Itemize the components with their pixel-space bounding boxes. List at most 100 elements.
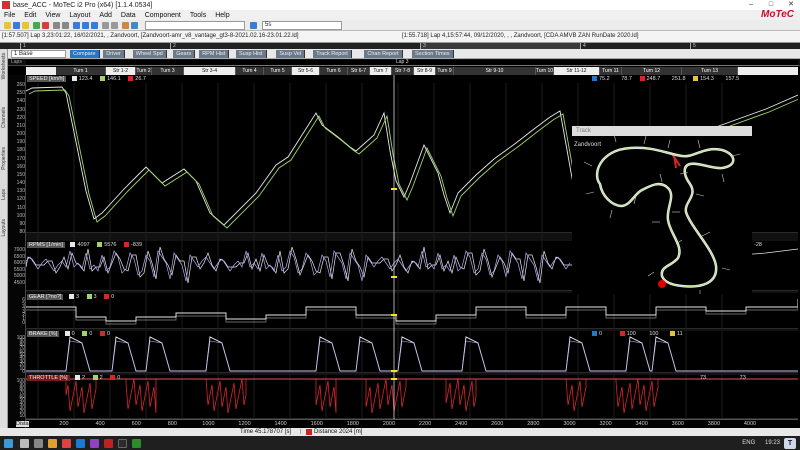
menu-data[interactable]: Data [121,12,136,19]
play-icon[interactable] [250,22,257,29]
channel-icon[interactable] [131,22,138,29]
max-marker-icon [619,331,625,336]
delta-marker-icon [124,242,130,247]
x-tick: 200 [59,421,69,427]
sector-turn-1[interactable]: Turn 1 [56,67,106,75]
sector-turn-7[interactable]: Turn 7 [370,67,392,75]
search-icon[interactable] [20,439,29,448]
sector-turn-10[interactable]: Turn 10 [536,67,554,75]
reference-lap-info[interactable]: [1:57.507] Lap 3,23:01:22, 16/02/2021, ,… [2,33,299,39]
sector-str-8-9[interactable]: Str 8-9 [414,67,436,75]
dock-tab-layouts[interactable]: Layouts [1,219,7,237]
sector-turn-6[interactable]: Turn 6 [320,67,348,75]
print-icon[interactable] [102,22,109,29]
dock-tab-properties[interactable]: Properties [1,147,7,170]
zoom-dropdown[interactable]: 5s [262,21,342,30]
app-icon-purple[interactable] [90,439,99,448]
sector-str-7-8[interactable]: Str 7-8 [392,67,414,75]
speed-ytick: 100 [16,212,25,219]
sector-turn-9[interactable]: Turn 9 [436,67,454,75]
dock-tab-channels[interactable]: Channels [1,107,7,128]
speed-channel-header[interactable]: SPEED [km/h] 123.4 146.1 26.7 [27,76,148,83]
sector-str-6-7[interactable]: Str 6-7 [348,67,370,75]
rpm-channel-header[interactable]: RPMS [1/min] 4097 5576 -839 [27,242,144,249]
dock-tab-laps[interactable]: Laps [1,189,7,200]
status-time: Time 45.178707 [s] [240,429,292,435]
workbook-selector[interactable]: 1 Base [11,50,66,58]
cur-marker-icon [97,242,103,247]
worksheet-tab-rpm-hist[interactable]: RPM Hist [199,50,230,58]
menu-help[interactable]: Help [215,12,229,19]
windows-start-icon[interactable] [4,439,13,448]
maths-icon[interactable] [122,22,129,29]
sector-str-11-12[interactable]: Str 11-12 [554,67,600,75]
steam-icon[interactable] [118,439,127,448]
max-marker-icon [639,76,645,81]
menu-add[interactable]: Add [99,12,111,19]
brake-val-ref: 0 [71,331,75,337]
sector-turn-3[interactable]: Turn 3 [152,67,184,75]
sector-str-3-4[interactable]: Str 3-4 [184,67,236,75]
redo-icon[interactable] [62,22,69,29]
menu-component[interactable]: Component [145,12,181,19]
add-data-icon[interactable] [33,22,40,29]
throttle-channel-header[interactable]: THROTTLE [%] 2 2 0 [27,375,122,382]
track-map-panel[interactable]: Track Zandvoort [572,126,752,294]
sector-turn-11[interactable]: Turn 11 [600,67,622,75]
menu-tools[interactable]: Tools [190,12,206,19]
menu-view[interactable]: View [45,12,60,19]
zoom-out-icon[interactable] [91,22,98,29]
save-icon[interactable] [13,22,20,29]
worksheet-tab-susp-hist[interactable]: Susp Hist [236,50,267,58]
sector-str-5-6[interactable]: Str 5-6 [292,67,320,75]
throttle-avg-cur: 73 [739,375,746,381]
dock-tab-worksheets[interactable]: Worksheets [1,53,7,79]
undo-icon[interactable] [53,22,60,29]
worksheet-tab-wheel-spd[interactable]: Wheel Spd [132,50,167,58]
rpm-val-cur: 5576 [104,242,117,248]
zoom-in-icon[interactable] [82,22,89,29]
worksheet-tab-track-report[interactable]: Track Report [313,50,352,58]
worksheet-tab-gears[interactable]: Gears [173,50,196,58]
worksheet-tab-driver[interactable]: Driver [103,50,125,58]
worksheet-tab-compare[interactable]: Compare [70,50,100,58]
sector-turn-5[interactable]: Turn 5 [264,67,292,75]
gear-channel-header[interactable]: GEAR [?no?] 3 3 0 [27,294,116,301]
search-dropdown[interactable] [145,21,245,30]
menu-layout[interactable]: Layout [69,12,90,19]
cursor-icon[interactable] [73,22,80,29]
worksheet-tab-susp-vel[interactable]: Susp Vel [276,50,306,58]
brake-channel-header[interactable]: BRAKE [%] 0 0 0 [27,331,112,338]
main-toolbar: 5s [0,20,800,31]
brake-val-delta: 0 [106,331,110,337]
sector-turn-2[interactable]: Turn 2 [136,67,152,75]
app-icon-green[interactable] [132,439,141,448]
delta-marker-icon [99,331,105,336]
tray-clock[interactable]: 19:23 [765,440,780,446]
speed-max-ref: 248.7 [646,76,661,82]
worksheet-tab-section-times[interactable]: Section Times [412,50,454,58]
open-icon[interactable] [4,22,11,29]
folder-icon[interactable] [22,22,29,29]
minimize-button[interactable]: – [742,0,760,10]
sector-turn-4[interactable]: Turn 4 [236,67,264,75]
x-axis[interactable]: Dista 200 400 600 800 1000 1200 1400 1600 1800 20… [16,419,798,428]
worksheet-tab-chan-report[interactable]: Chan Report [364,50,403,58]
settings-icon[interactable] [111,22,118,29]
motec-taskbar-icon[interactable] [104,439,113,448]
sector-turn-12[interactable]: Turn 12 [622,67,682,75]
current-lap-info[interactable]: [1:55.718] Lap 4,15:57:44, 09/12/2020, ,… [402,33,638,39]
throttle-dip [445,378,477,412]
menu-edit[interactable]: Edit [24,12,36,19]
sector-str-9-10[interactable]: Str 9-10 [454,67,536,75]
menu-file[interactable]: File [4,12,15,19]
file-explorer-icon[interactable] [48,439,57,448]
chrome-icon[interactable] [62,439,71,448]
sector-str-1-2[interactable]: Str 1-2 [106,67,136,75]
tray-lang[interactable]: ENG [742,440,755,446]
delete-icon[interactable] [42,22,49,29]
task-view-icon[interactable] [34,439,43,448]
notification-pill[interactable]: T [784,438,796,449]
edge-icon[interactable] [76,439,85,448]
sector-turn-13[interactable]: Turn 13 [682,67,738,75]
